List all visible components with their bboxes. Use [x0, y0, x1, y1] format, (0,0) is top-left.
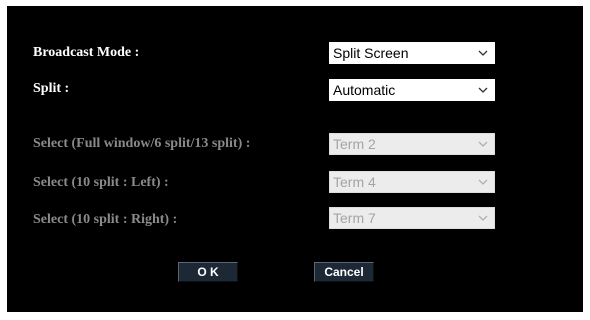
split-label: Split : — [33, 81, 70, 96]
broadcast-mode-select[interactable]: Split Screen — [329, 42, 495, 64]
cancel-button[interactable]: Cancel — [314, 262, 374, 282]
chevron-down-icon — [478, 215, 488, 221]
broadcast-mode-label: Broadcast Mode : — [33, 45, 140, 60]
broadcast-settings-dialog: Broadcast Mode : Split Screen Split : Au… — [7, 6, 583, 312]
chevron-down-icon — [478, 141, 488, 147]
chevron-down-icon — [478, 179, 488, 185]
select-full-window-value: Term 2 — [333, 136, 376, 152]
chevron-down-icon — [478, 87, 488, 93]
chevron-down-icon — [478, 50, 488, 56]
select-10-split-left-value: Term 4 — [333, 174, 376, 190]
select-10-split-right-label: Select (10 split : Right) : — [33, 212, 178, 227]
select-10-split-right-value: Term 7 — [333, 210, 376, 226]
ok-button[interactable]: O K — [178, 262, 238, 282]
select-10-split-left-select[interactable]: Term 4 — [329, 171, 495, 193]
split-value: Automatic — [333, 82, 396, 98]
select-full-window-select[interactable]: Term 2 — [329, 133, 495, 155]
split-select[interactable]: Automatic — [329, 79, 495, 101]
select-10-split-left-label: Select (10 split : Left) : — [33, 175, 169, 190]
broadcast-mode-value: Split Screen — [333, 45, 409, 61]
select-full-window-label: Select (Full window/6 split/13 split) : — [33, 136, 251, 151]
select-10-split-right-select[interactable]: Term 7 — [329, 207, 495, 229]
